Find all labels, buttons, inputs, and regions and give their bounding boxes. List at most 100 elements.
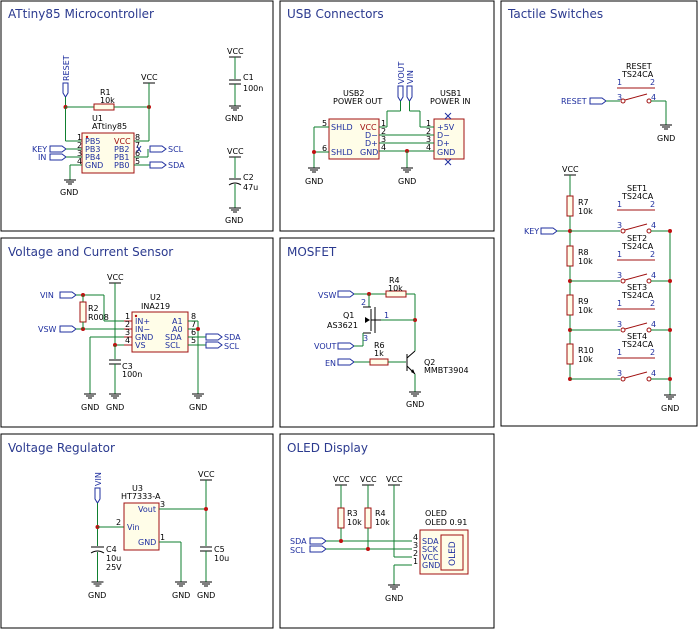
c4-value: 10u <box>106 554 121 563</box>
u2-num-4: 4 <box>125 336 130 345</box>
sw-reset-num-1: 1 <box>617 78 622 87</box>
panel-title-attiny: ATtiny85 Microcontroller <box>8 7 154 21</box>
oled-body-label: OLED <box>448 541 458 566</box>
key-switch-net-label <box>540 227 558 235</box>
c5-ref: C5 <box>214 545 225 554</box>
r4-oled-value: 10k <box>375 518 390 527</box>
oled-r4-vcc-label: VCC <box>360 475 377 484</box>
set4-num-4: 4 <box>651 369 656 378</box>
set1-lever <box>624 223 648 231</box>
u3-pin-vin: Vin <box>127 523 140 532</box>
set1-num-4: 4 <box>651 221 656 230</box>
usb2-pin-gnd: GND <box>360 148 378 157</box>
u2-gnd-label: GND <box>81 403 99 412</box>
key-net-label <box>49 145 67 153</box>
r9-resistor <box>566 294 574 316</box>
vcs-vcc-label: VCC <box>107 273 124 282</box>
vsw-mosfet-net-text: VSW <box>318 291 337 300</box>
u2-pin-vs: VS <box>135 341 146 350</box>
u3-pin-gnd: GND <box>138 538 156 547</box>
en-net-label <box>337 358 355 366</box>
sda-net-label <box>149 161 167 169</box>
oled-ref: OLED <box>425 509 447 518</box>
u2-ref: U2 <box>150 293 161 302</box>
vreg-section: VIN GND C4 10u 25V U3 HT7333-A Vin Vout … <box>88 470 229 600</box>
r6-base-resistor <box>369 358 389 366</box>
r2-ref: R2 <box>88 304 99 313</box>
set4-num-2: 2 <box>650 348 655 357</box>
r7-ref: R7 <box>578 198 589 207</box>
c5-gnd-label: GND <box>197 591 215 600</box>
vout-mosfet-net-text: VOUT <box>314 342 336 351</box>
q1-num-3: 3 <box>363 334 368 343</box>
oled-pin-gnd: GND <box>422 561 440 570</box>
r10-resistor <box>566 343 574 365</box>
u3-num-1: 1 <box>160 533 165 542</box>
panel-title-usb: USB Connectors <box>287 7 384 21</box>
usb2-pin-shld-1: SHLD <box>331 123 353 132</box>
set1-num-3: 3 <box>617 221 622 230</box>
oled-vcc-label: VCC <box>386 475 403 484</box>
set4-num-1: 1 <box>617 348 622 357</box>
set3-value: TS24CA <box>621 291 654 300</box>
set2-num-2: 2 <box>650 250 655 259</box>
q1-num-1: 1 <box>384 311 389 320</box>
en-net-text: EN <box>325 359 336 368</box>
sw-reset-num-2: 2 <box>650 78 655 87</box>
usb1-value: POWER IN <box>430 97 471 106</box>
set2-num-3: 3 <box>617 271 622 280</box>
r7-resistor <box>566 195 574 217</box>
r8-value: 10k <box>578 257 593 266</box>
usb-gnd-label-2: GND <box>398 177 416 186</box>
r10-ref: R10 <box>578 346 594 355</box>
c1-gnd-label: GND <box>225 114 243 123</box>
usb2-value: POWER OUT <box>333 97 382 106</box>
vin-reg-net-text: VIN <box>94 472 103 486</box>
panel-mosfet-frame <box>279 237 495 428</box>
r7-value: 10k <box>578 207 593 216</box>
vin-net-label <box>406 85 413 102</box>
r3-pullup-resistor <box>337 507 345 529</box>
set2-lever <box>624 273 648 281</box>
u1-gnd-label: GND <box>60 188 78 197</box>
oled-section: VCC VCC VCC R3 10k R4 10k SDA SCL GND OL… <box>290 475 469 603</box>
sda-oled-net-text: SDA <box>290 537 307 546</box>
set2-gnd-node <box>668 279 672 283</box>
c2-value: 47u <box>243 183 258 192</box>
sw-reset-gnd-label: GND <box>657 134 675 143</box>
panel-title-vreg: Voltage Regulator <box>8 441 115 455</box>
set4-lever <box>624 371 648 379</box>
q2-gnd-label: GND <box>406 400 424 409</box>
vreg-vcc-label: VCC <box>198 470 215 479</box>
in-net-text: IN <box>38 153 46 162</box>
schematic-sheet: ATtiny85 Microcontroller USB Connectors … <box>0 0 698 629</box>
r9-ref: R9 <box>578 297 589 306</box>
set1-value: TS24CA <box>621 192 654 201</box>
set3-contact-b <box>646 327 652 333</box>
oled-gnd-label: GND <box>385 594 403 603</box>
panel-title-vcs: Voltage and Current Sensor <box>8 245 173 259</box>
switch-ladder: R710kSET1TS24CA1 23 4R810kSET2TS24CA1 23 4R9… <box>566 184 672 382</box>
sda-net-text: SDA <box>168 161 185 170</box>
set1-contact-a <box>620 228 626 234</box>
set3-num-3: 3 <box>617 320 622 329</box>
usb2-pin-dp: D+ <box>365 139 378 148</box>
oled-num-1: 1 <box>413 557 418 566</box>
u1-pin-gnd: GND <box>85 161 103 170</box>
u3-value: HT7333-A <box>121 492 161 501</box>
u3-gnd-label: GND <box>172 591 190 600</box>
set4-num-3: 3 <box>617 369 622 378</box>
u2-value: INA219 <box>141 302 170 311</box>
panel-tactile-frame <box>500 0 698 427</box>
q1-value: AS3621 <box>327 321 358 330</box>
u3-num-2: 2 <box>116 518 121 527</box>
r4-mosfet-value: 10k <box>388 284 403 293</box>
set3-num-1: 1 <box>617 299 622 308</box>
mosfet-section: VSW R4 10k 2 3 1 Q1 AS3621 VOUT EN R6 1k <box>314 276 469 409</box>
q1-num-2: 2 <box>361 298 366 307</box>
usb1-pin-gnd: GND <box>437 148 455 157</box>
vin-sensor-net-text: VIN <box>40 291 54 300</box>
r4-pullup-resistor <box>364 507 372 529</box>
set3-contact-a <box>620 327 626 333</box>
q2-value: MMBT3904 <box>424 366 469 375</box>
